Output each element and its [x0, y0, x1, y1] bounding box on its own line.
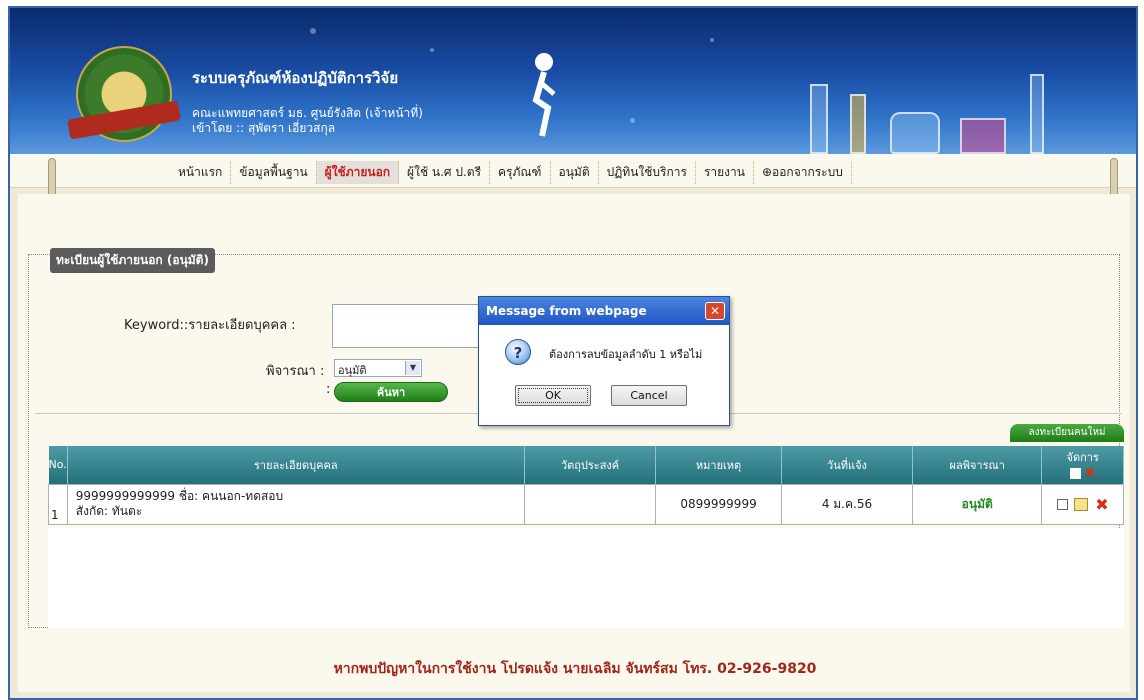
header-date: วันที่แจ้ง [781, 446, 914, 484]
dialog-message: ต้องการลบข้อมูลลำดับ 1 หรือไม่ [549, 348, 703, 361]
table-empty-area [48, 528, 1124, 628]
select-all-checkbox[interactable] [1069, 468, 1081, 480]
lab-flask [890, 112, 940, 154]
lab-tube [810, 84, 828, 154]
nav-report[interactable]: รายงาน [696, 161, 754, 184]
section-legend: ทะเบียนผู้ใช้ภายนอก (อนุมัติ) [50, 248, 215, 273]
dialog-titlebar[interactable]: Message from webpage ✕ [479, 297, 729, 325]
runner-figure [532, 53, 556, 137]
question-icon: ? [505, 339, 531, 365]
details-line1: 9999999999999 ชื่อ: คนนอก-ทดสอบ [75, 489, 284, 503]
header-result: ผลพิจารณา [912, 446, 1043, 484]
cell-no: 1 [48, 483, 68, 525]
footer-contact: หากพบปัญหาในการใช้งาน โปรดแจ้ง นายเฉลิม … [333, 661, 817, 677]
header-manage-label: จัดการ [1066, 451, 1099, 465]
system-title: ระบบครุภัณฑ์ห้องปฏิบัติการวิจัย [192, 69, 399, 87]
header-purpose: วัตถุประสงค์ [524, 446, 657, 484]
table-header-row: No. รายละเอียดบุคคล วัตถุประสงค์ หมายเหต… [48, 446, 1124, 484]
login-user: เข้าโดย :: สุพัตรา เอี่ยวสกุล [192, 121, 336, 135]
edit-icon[interactable] [1074, 497, 1089, 511]
lab-beaker [960, 118, 1006, 154]
lab-tube [850, 94, 866, 154]
dialog-body: ? ต้องการลบข้อมูลลำดับ 1 หรือไม่ OK Canc… [479, 325, 729, 425]
header-manage: จัดการ ✖ [1041, 446, 1124, 484]
nav-home[interactable]: หน้าแรก [170, 161, 232, 184]
cell-note: 0899999999 [655, 483, 782, 525]
nav-external-users[interactable]: ผู้ใช้ภายนอก [316, 161, 400, 184]
keyword-input[interactable] [332, 304, 482, 348]
nav-equipment[interactable]: ครุภัณฑ์ [490, 161, 551, 184]
search-button[interactable]: ค้นหา [334, 382, 448, 402]
nav-calendar[interactable]: ปฏิทินใช้บริการ [599, 161, 696, 184]
lab-tube [1030, 74, 1044, 154]
nav-approve[interactable]: อนุมัติ [551, 161, 599, 184]
details-line2: สังกัด: ทันตะ [75, 504, 143, 518]
confirm-dialog: Message from webpage ✕ ? ต้องการลบข้อมูล… [478, 296, 730, 426]
register-new-button[interactable]: ลงทะเบียนคนใหม่ [1010, 424, 1124, 442]
nav-logout-label: ออกจากระบบ [772, 165, 843, 179]
cell-manage: ✖ [1041, 483, 1124, 525]
cancel-button[interactable]: Cancel [611, 385, 687, 406]
cell-result: อนุมัติ [912, 483, 1043, 525]
users-table: No. รายละเอียดบุคคล วัตถุประสงค์ หมายเหต… [48, 446, 1124, 525]
nav-undergrad-users[interactable]: ผู้ใช้ น.ศ ป.ตรี [399, 161, 491, 184]
delete-icon[interactable]: ✖ [1095, 495, 1108, 514]
header-banner: ระบบครุภัณฑ์ห้องปฏิบัติการวิจัย คณะแพทยศ… [10, 8, 1136, 154]
nav-basic-data[interactable]: ข้อมูลพื้นฐาน [231, 161, 317, 184]
nav-logout[interactable]: ⊕ออกจากระบบ [754, 161, 852, 184]
cell-date: 4 ม.ค.56 [780, 483, 914, 525]
cell-purpose [523, 483, 657, 525]
header-details: รายละเอียดบุคคล [67, 446, 525, 484]
colon-label: : [326, 382, 331, 397]
status-selected: อนุมัติ [338, 364, 367, 377]
header-note: หมายเหตุ [655, 446, 782, 484]
close-icon[interactable]: ✕ [705, 302, 725, 320]
main-nav: หน้าแรก ข้อมูลพื้นฐาน ผู้ใช้ภายนอก ผู้ใช… [10, 154, 1136, 188]
cell-details: 9999999999999 ชื่อ: คนนอก-ทดสอบ สังกัด: … [66, 483, 525, 525]
row-checkbox[interactable] [1056, 498, 1068, 510]
keyword-label: Keyword::รายละเอียดบุคคล : [124, 318, 296, 333]
status-select[interactable]: อนุมัติ ▼ [334, 359, 422, 377]
header-no: No. [48, 446, 68, 484]
table-row: 1 9999999999999 ชื่อ: คนนอก-ทดสอบ สังกัด… [48, 483, 1124, 525]
dialog-title: Message from webpage [486, 304, 647, 318]
delete-all-icon[interactable]: ✖ [1084, 466, 1095, 481]
ok-button[interactable]: OK [515, 385, 591, 406]
status-label: พิจารณา : [266, 364, 325, 379]
chevron-down-icon: ▼ [405, 361, 420, 375]
logout-icon: ⊕ [761, 165, 773, 179]
